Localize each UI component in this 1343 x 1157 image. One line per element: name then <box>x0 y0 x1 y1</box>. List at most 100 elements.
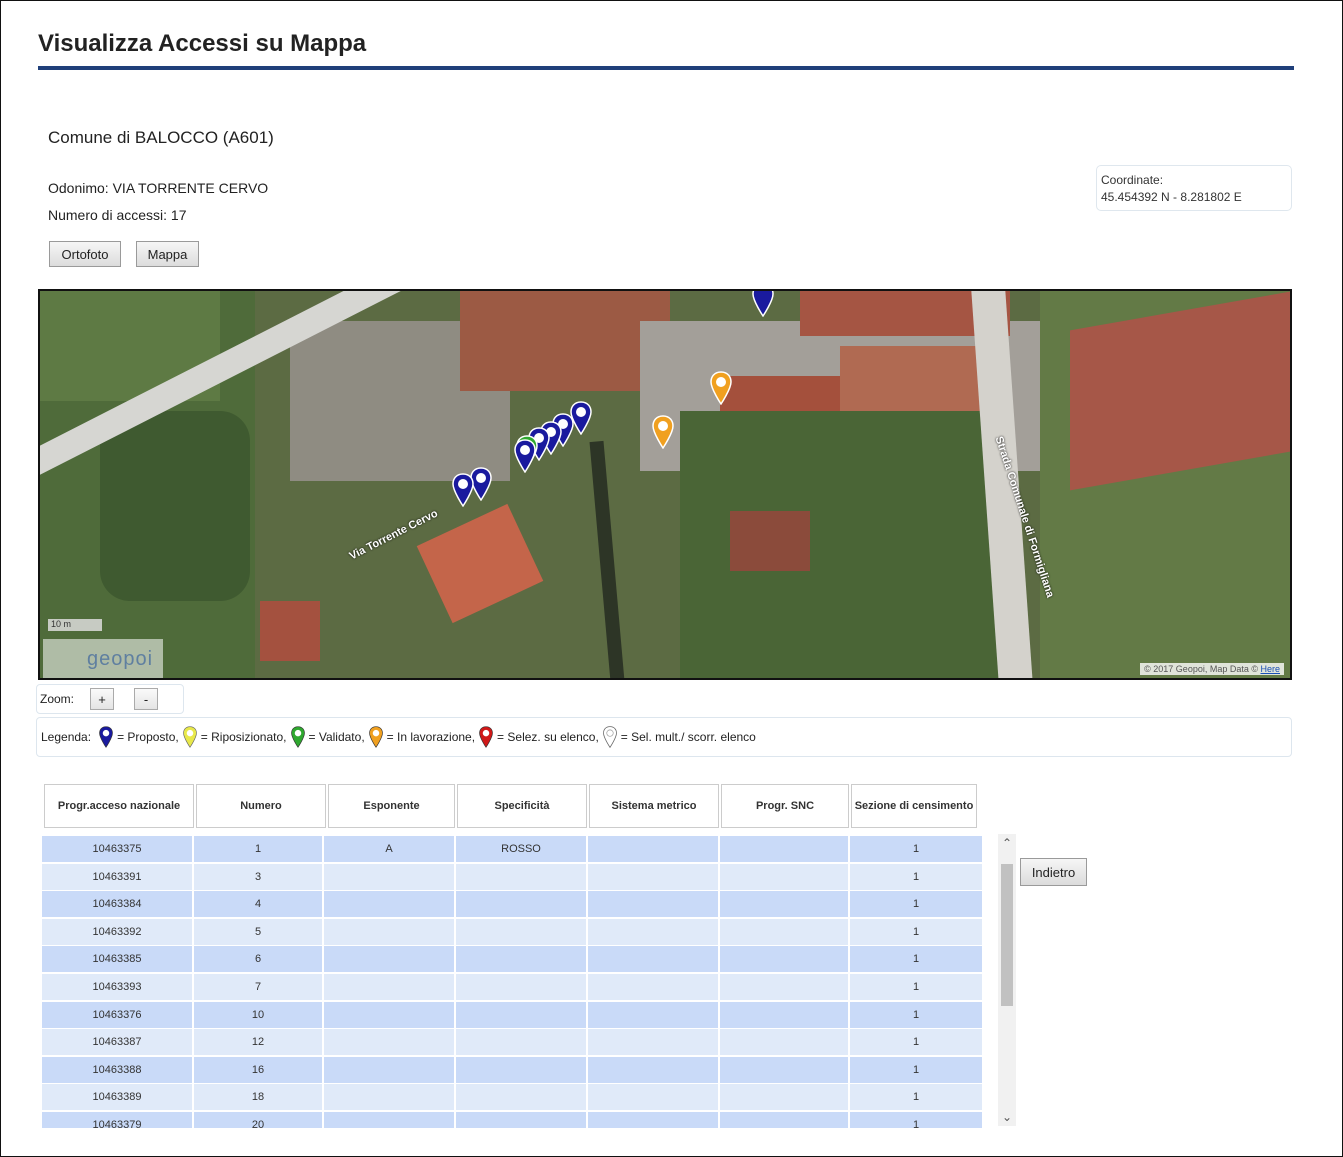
table-row[interactable]: 10463392 5 1 <box>42 918 992 945</box>
table-row[interactable]: 10463393 7 1 <box>42 973 992 1000</box>
odonimo-label: Odonimo: VIA TORRENTE CERVO <box>48 180 269 196</box>
column-header[interactable]: Esponente <box>328 784 455 828</box>
map-pin[interactable] <box>652 415 674 449</box>
table-cell <box>456 1111 586 1128</box>
table-cell: 5 <box>194 918 322 945</box>
map-pin[interactable] <box>752 289 774 317</box>
coordinates-box: Coordinate: 45.454392 N - 8.281802 E <box>1096 165 1292 211</box>
accessi-table-header: Progr.acceso nazionale Numero Esponente … <box>42 784 979 828</box>
table-cell: 10463392 <box>42 918 192 945</box>
numero-accessi-label: Numero di accessi: 17 <box>48 207 187 223</box>
table-cell: 6 <box>194 946 322 973</box>
zoom-out-button[interactable]: - <box>134 688 158 710</box>
table-cell <box>456 973 586 1000</box>
table-cell <box>720 891 848 918</box>
column-header[interactable]: Sistema metrico <box>589 784 719 828</box>
table-scrollbar[interactable]: ⌃ ⌄ <box>998 834 1016 1126</box>
table-cell <box>720 973 848 1000</box>
accessi-table-body: 10463375 1 A ROSSO 1 10463391 3 1 10463384 4 1 1046… <box>42 836 992 1128</box>
column-header[interactable]: Sezione di censimento <box>851 784 977 828</box>
table-cell <box>588 1029 718 1056</box>
legend-item-validato: = Validato, <box>290 726 365 748</box>
table-cell: 10463391 <box>42 863 192 890</box>
legend-label: = Validato, <box>308 730 365 744</box>
here-link[interactable]: Here <box>1260 664 1280 674</box>
table-cell <box>588 1111 718 1128</box>
table-row[interactable]: 10463385 6 1 <box>42 946 992 973</box>
table-cell <box>588 973 718 1000</box>
table-cell: 12 <box>194 1029 322 1056</box>
map-pin[interactable] <box>710 371 732 405</box>
table-row[interactable]: 10463379 20 1 <box>42 1111 992 1128</box>
table-cell <box>588 836 718 862</box>
roof-area <box>260 601 320 661</box>
table-cell: 10463385 <box>42 946 192 973</box>
table-cell <box>720 946 848 973</box>
table-cell: 1 <box>850 1001 982 1028</box>
legend-label: = In lavorazione, <box>386 730 476 744</box>
scroll-thumb[interactable] <box>1001 864 1013 1006</box>
green-pin-icon <box>290 726 305 748</box>
map-view[interactable]: Via Torrente Cervo Strada Comunale di Fo… <box>38 289 1292 680</box>
table-cell <box>456 1084 586 1111</box>
column-header[interactable]: Progr. SNC <box>721 784 849 828</box>
table-cell <box>588 1001 718 1028</box>
table-cell <box>324 1111 454 1128</box>
table-cell: 10463387 <box>42 1029 192 1056</box>
comune-label: Comune di BALOCCO (A601) <box>48 128 274 147</box>
table-cell <box>720 1084 848 1111</box>
scroll-down-icon[interactable]: ⌄ <box>998 1108 1016 1126</box>
table-cell: 10463393 <box>42 973 192 1000</box>
legend-label: = Selez. su elenco, <box>497 730 599 744</box>
table-row[interactable]: 10463384 4 1 <box>42 891 992 918</box>
table-row[interactable]: 10463387 12 1 <box>42 1029 992 1056</box>
table-row[interactable]: 10463376 10 1 <box>42 1001 992 1028</box>
table-cell <box>324 1084 454 1111</box>
table-cell <box>456 1029 586 1056</box>
table-cell <box>324 891 454 918</box>
table-cell <box>324 946 454 973</box>
coordinates-label: Coordinate: <box>1101 173 1164 187</box>
table-row[interactable]: 10463391 3 1 <box>42 863 992 890</box>
legend-item-proposto: = Proposto, <box>98 726 179 748</box>
column-header[interactable]: Specificità <box>457 784 587 828</box>
table-cell: 1 <box>850 1084 982 1111</box>
table-cell <box>456 946 586 973</box>
legend: Legenda: = Proposto, = Riposizionato, = … <box>36 717 1292 757</box>
table-cell <box>720 918 848 945</box>
column-header[interactable]: Numero <box>196 784 326 828</box>
map-attribution: © 2017 Geopoi, Map Data © Here <box>1140 663 1284 675</box>
ortofoto-button[interactable]: Ortofoto <box>49 241 121 267</box>
table-cell <box>324 973 454 1000</box>
red-pin-icon <box>479 726 493 748</box>
legend-item-in-lavorazione: = In lavorazione, <box>368 726 475 748</box>
white-pin-icon <box>602 726 617 748</box>
table-row[interactable]: 10463388 16 1 <box>42 1056 992 1083</box>
mappa-button[interactable]: Mappa <box>136 241 199 267</box>
zoom-in-button[interactable]: + <box>90 688 114 710</box>
table-cell: 7 <box>194 973 322 1000</box>
indietro-button[interactable]: Indietro <box>1020 858 1087 886</box>
attribution-text: © 2017 Geopoi, Map Data © <box>1144 664 1261 674</box>
table-cell: 1 <box>850 1111 982 1128</box>
map-pin[interactable] <box>514 439 536 473</box>
table-cell: 3 <box>194 863 322 890</box>
table-cell <box>324 863 454 890</box>
table-cell <box>324 1001 454 1028</box>
column-header[interactable]: Progr.acceso nazionale <box>44 784 194 828</box>
legend-item-riposizionato: = Riposizionato, <box>182 726 287 748</box>
map-pin[interactable] <box>452 473 474 507</box>
table-cell <box>720 836 848 862</box>
table-cell: 10463375 <box>42 836 192 862</box>
table-cell: 20 <box>194 1111 322 1128</box>
table-row[interactable]: 10463389 18 1 <box>42 1084 992 1111</box>
table-cell: 1 <box>850 918 982 945</box>
table-cell: ROSSO <box>456 836 586 862</box>
canal <box>589 440 625 678</box>
table-cell <box>588 1084 718 1111</box>
table-cell <box>720 1056 848 1083</box>
table-cell: 1 <box>850 891 982 918</box>
scroll-up-icon[interactable]: ⌃ <box>998 834 1016 852</box>
table-cell <box>588 1056 718 1083</box>
table-row[interactable]: 10463375 1 A ROSSO 1 <box>42 836 992 862</box>
